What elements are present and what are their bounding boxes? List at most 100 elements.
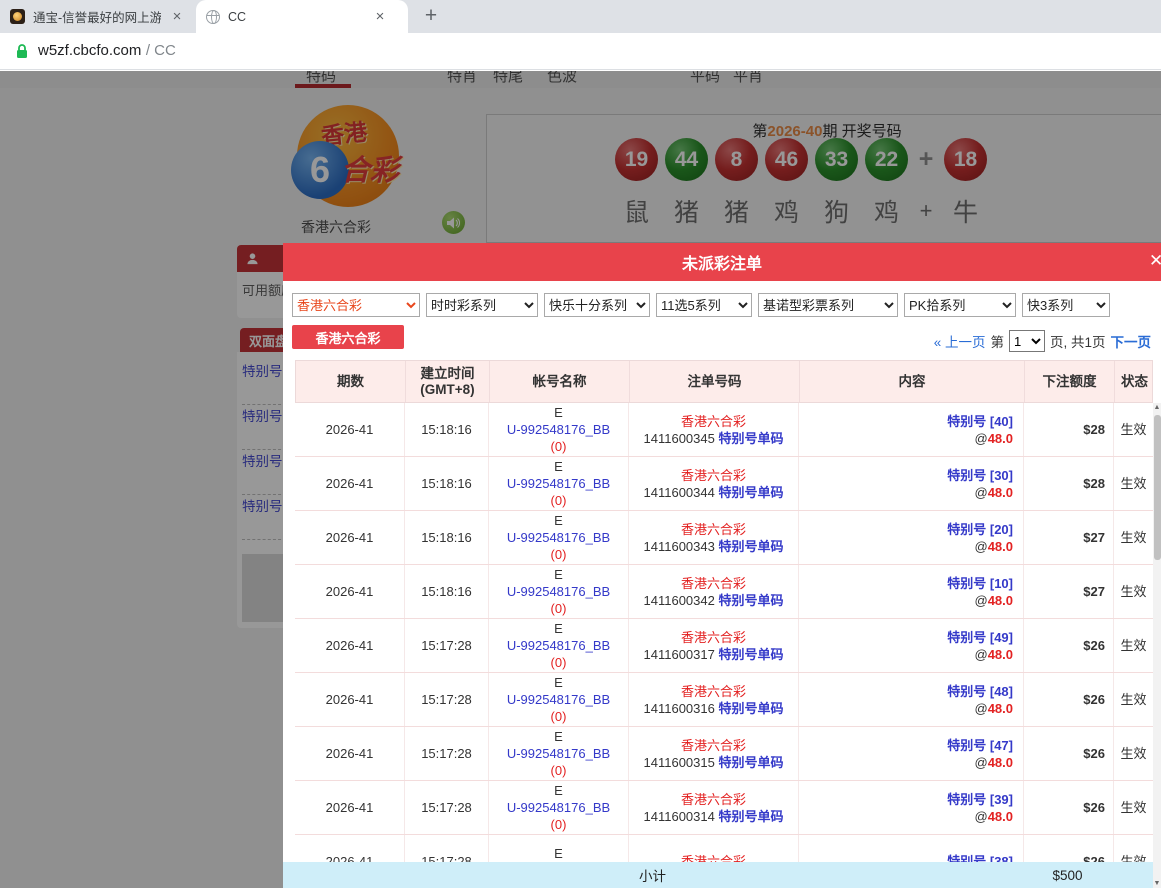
scrollbar-thumb[interactable]	[1154, 415, 1161, 560]
ticket-type-link[interactable]: 特别号单码	[718, 539, 783, 554]
account-link[interactable]: U-992548176_BB	[507, 421, 610, 438]
cell-issue: 2026-41	[295, 727, 405, 780]
table-row: 2026-4115:18:16EU-992548176_BB(0)香港六合彩14…	[295, 565, 1153, 619]
odds-line: @48.0	[974, 754, 1013, 771]
cell-amount: $26	[1024, 835, 1114, 862]
account-link[interactable]: U-992548176_BB	[507, 745, 610, 762]
account-link[interactable]: U-992548176_BB	[507, 637, 610, 654]
bet-content: 特别号 [30]	[947, 467, 1013, 484]
table-row: 2026-4115:18:16EU-992548176_BB(0)香港六合彩14…	[295, 457, 1153, 511]
cell-account: EU-992548176_BB(0)	[489, 781, 629, 834]
table-scrollbar[interactable]: ▲ ▼	[1153, 403, 1161, 888]
cell-issue: 2026-41	[295, 835, 405, 862]
page-select[interactable]: 1	[1009, 330, 1045, 352]
odds-at: @	[974, 539, 987, 554]
lottery-filter-select-6[interactable]: PK拾系列	[904, 293, 1016, 317]
cell-status: 生效	[1114, 457, 1153, 510]
cell-status: 生效	[1114, 673, 1153, 726]
page-label-post: 页, 共1页	[1050, 331, 1106, 351]
cell-time: 15:17:28	[405, 619, 489, 672]
bet-content: 特别号 [40]	[947, 413, 1013, 430]
cell-issue: 2026-41	[295, 457, 405, 510]
ticket-type-link[interactable]: 特别号单码	[718, 809, 783, 824]
ticket-number: 1411600316	[644, 701, 719, 716]
odds-value: 48.0	[988, 431, 1013, 446]
ticket-lottery-name: 香港六合彩	[681, 737, 746, 754]
bet-content: 特别号 [20]	[947, 521, 1013, 538]
modal-close-icon[interactable]: ✕	[1149, 251, 1161, 271]
account-prefix: E	[554, 404, 563, 421]
ticket-type-link[interactable]: 特别号单码	[718, 485, 783, 500]
prev-page-link[interactable]: « 上一页	[934, 331, 986, 351]
odds-value: 48.0	[988, 593, 1013, 608]
tab-close-icon[interactable]: ×	[372, 9, 388, 24]
lock-icon	[16, 44, 28, 59]
url-bar[interactable]: w5zf.cbcfo.com / CC	[0, 33, 1161, 70]
account-suffix: (0)	[551, 708, 567, 725]
cell-content: 特别号 [40]@48.0	[799, 403, 1024, 456]
ticket-number: 1411600314	[644, 809, 719, 824]
odds-at: @	[974, 647, 987, 662]
account-prefix: E	[554, 728, 563, 745]
cell-issue: 2026-41	[295, 511, 405, 564]
lottery-filter-select-3[interactable]: 快乐十分系列	[544, 293, 650, 317]
odds-value: 48.0	[988, 485, 1013, 500]
cell-issue: 2026-41	[295, 781, 405, 834]
account-link[interactable]: U-992548176_BB	[507, 529, 610, 546]
account-link[interactable]: U-992548176_BB	[507, 583, 610, 600]
account-suffix: (0)	[551, 546, 567, 563]
ticket-lottery-name: 香港六合彩	[681, 467, 746, 484]
cell-account: EU-992548176_BB	[489, 835, 629, 862]
new-tab-button[interactable]: +	[418, 3, 444, 29]
ticket-number: 1411600345	[644, 431, 719, 446]
column-header: 内容	[800, 361, 1025, 402]
lottery-filter-select-1[interactable]: 香港六合彩	[292, 293, 420, 317]
account-link[interactable]: U-992548176_BB	[507, 475, 610, 492]
url-path: / CC	[146, 42, 176, 59]
cell-content: 特别号 [30]@48.0	[799, 457, 1024, 510]
ticket-type-link[interactable]: 特别号单码	[718, 755, 783, 770]
cell-account: EU-992548176_BB(0)	[489, 403, 629, 456]
bet-content: 特别号 [49]	[947, 629, 1013, 646]
account-suffix: (0)	[551, 762, 567, 779]
site-favicon-icon	[10, 9, 25, 24]
cell-issue: 2026-41	[295, 619, 405, 672]
cell-account: EU-992548176_BB(0)	[489, 457, 629, 510]
cell-issue: 2026-41	[295, 565, 405, 618]
active-lottery-button[interactable]: 香港六合彩	[292, 325, 404, 349]
ticket-type-link[interactable]: 特别号单码	[718, 431, 783, 446]
scroll-up-icon[interactable]: ▲	[1153, 404, 1161, 411]
scroll-down-icon[interactable]: ▼	[1153, 880, 1161, 887]
odds-at: @	[974, 809, 987, 824]
lottery-filter-select-2[interactable]: 时时彩系列	[426, 293, 538, 317]
cell-status: 生效	[1114, 619, 1153, 672]
ticket-lottery-name: 香港六合彩	[681, 683, 746, 700]
next-page-link[interactable]: 下一页	[1111, 331, 1152, 351]
odds-line: @48.0	[974, 592, 1013, 609]
account-link[interactable]: U-992548176_BB	[507, 691, 610, 708]
browser-tab-2-active[interactable]: CC ×	[196, 0, 408, 33]
lottery-filter-select-7[interactable]: 快3系列	[1022, 293, 1110, 317]
lottery-filter-select-4[interactable]: 11选5系列	[656, 293, 752, 317]
ticket-number-line: 1411600344 特别号单码	[644, 484, 784, 501]
browser-tab-1[interactable]: 通宝-信誉最好的网上游戏平 ×	[0, 0, 196, 33]
url-host: w5zf.cbcfo.com	[38, 42, 141, 59]
ticket-number-line: 1411600343 特别号单码	[644, 538, 784, 555]
account-link[interactable]: U-992548176_BB	[507, 799, 610, 816]
column-header: 状态	[1115, 361, 1154, 402]
ticket-type-link[interactable]: 特别号单码	[718, 647, 783, 662]
lottery-filter-select-5[interactable]: 基诺型彩票系列	[758, 293, 898, 317]
ticket-type-link[interactable]: 特别号单码	[718, 701, 783, 716]
cell-account: EU-992548176_BB(0)	[489, 673, 629, 726]
cell-content: 特别号 [47]@48.0	[799, 727, 1024, 780]
pagination: « 上一页 第 1 页, 共1页 下一页	[934, 329, 1151, 353]
tab-close-icon[interactable]: ×	[169, 9, 185, 24]
ticket-type-link[interactable]: 特别号单码	[718, 593, 783, 608]
table-row: 2026-4115:17:28EU-992548176_BB(0)香港六合彩14…	[295, 727, 1153, 781]
cell-time: 15:17:28	[405, 727, 489, 780]
bet-content: 特别号 [38]	[947, 853, 1013, 862]
account-prefix: E	[554, 566, 563, 583]
cell-content: 特别号 [20]@48.0	[799, 511, 1024, 564]
odds-line: @48.0	[974, 430, 1013, 447]
cell-account: EU-992548176_BB(0)	[489, 619, 629, 672]
